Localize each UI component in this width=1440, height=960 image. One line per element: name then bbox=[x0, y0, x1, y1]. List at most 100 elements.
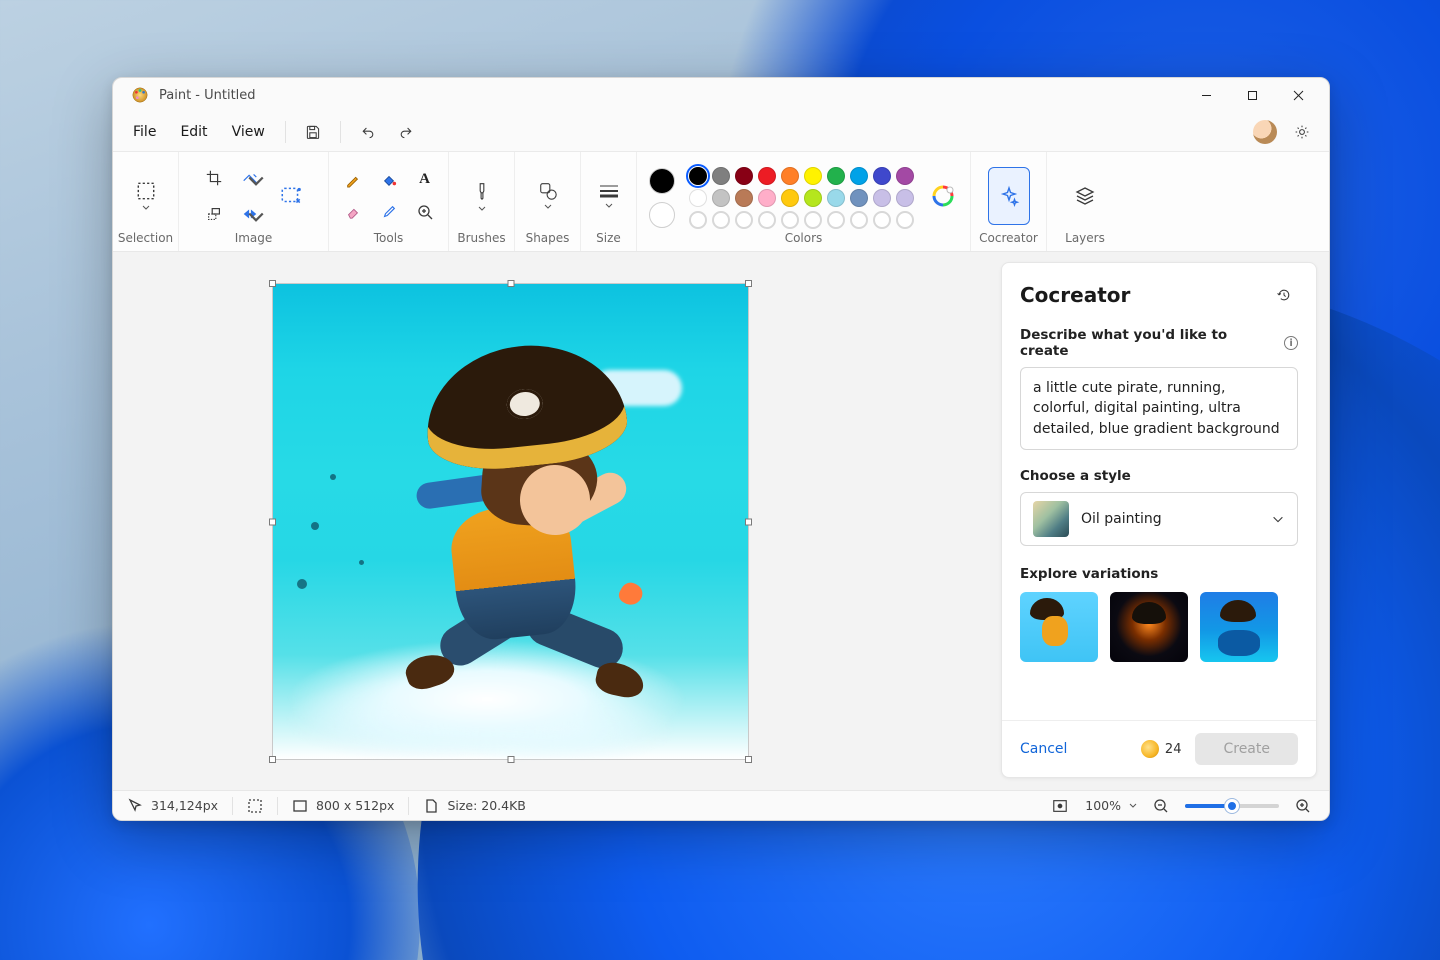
size-tool[interactable] bbox=[588, 167, 630, 225]
selection-handle[interactable] bbox=[745, 280, 752, 287]
color-swatch-empty[interactable] bbox=[804, 211, 822, 229]
color-swatch[interactable] bbox=[804, 167, 822, 185]
zoom-in-button[interactable] bbox=[1291, 794, 1315, 818]
info-icon[interactable]: i bbox=[1284, 336, 1298, 350]
redo-button[interactable] bbox=[389, 117, 423, 147]
ribbon-label-selection: Selection bbox=[118, 231, 173, 247]
color-swatch[interactable] bbox=[896, 189, 914, 207]
color-swatch[interactable] bbox=[850, 189, 868, 207]
crop-tool[interactable] bbox=[197, 163, 231, 193]
settings-button[interactable] bbox=[1285, 117, 1319, 147]
color-swatch[interactable] bbox=[873, 167, 891, 185]
color-swatch[interactable] bbox=[781, 167, 799, 185]
layers-button[interactable] bbox=[1064, 167, 1106, 225]
window-maximize-button[interactable] bbox=[1229, 78, 1275, 112]
selection-handle[interactable] bbox=[507, 280, 514, 287]
rotate-tool[interactable] bbox=[197, 199, 231, 229]
canvas-area[interactable] bbox=[113, 252, 1001, 790]
window-minimize-button[interactable] bbox=[1183, 78, 1229, 112]
canvas-size: 800 x 512px bbox=[316, 798, 394, 813]
window-title: Paint - Untitled bbox=[159, 88, 256, 103]
selection-handle[interactable] bbox=[269, 280, 276, 287]
color-swatch-empty[interactable] bbox=[735, 211, 753, 229]
describe-label-text: Describe what you'd like to create bbox=[1020, 327, 1278, 359]
avatar[interactable] bbox=[1253, 120, 1277, 144]
create-button[interactable]: Create bbox=[1195, 733, 1298, 765]
color-swatch-empty[interactable] bbox=[689, 211, 707, 229]
zoom-slider[interactable] bbox=[1185, 804, 1279, 808]
brushes-tool[interactable] bbox=[461, 167, 503, 225]
cancel-button[interactable]: Cancel bbox=[1020, 741, 1067, 757]
color-swatch[interactable] bbox=[735, 189, 753, 207]
cocreator-title: Cocreator bbox=[1020, 283, 1130, 307]
color-swatch[interactable] bbox=[758, 189, 776, 207]
magnifier-tool[interactable] bbox=[408, 197, 442, 227]
describe-label: Describe what you'd like to create i bbox=[1020, 327, 1298, 359]
color-swatch-empty[interactable] bbox=[758, 211, 776, 229]
variation-thumb-3[interactable] bbox=[1200, 592, 1278, 662]
menu-edit[interactable]: Edit bbox=[170, 118, 217, 146]
color-swatch-empty[interactable] bbox=[712, 211, 730, 229]
style-label: Choose a style bbox=[1020, 468, 1298, 484]
selection-tool[interactable] bbox=[125, 167, 167, 225]
color-swatch[interactable] bbox=[804, 189, 822, 207]
file-size-icon bbox=[423, 798, 439, 814]
menu-view[interactable]: View bbox=[222, 118, 275, 146]
color-swatch-empty[interactable] bbox=[827, 211, 845, 229]
prompt-input[interactable]: a little cute pirate, running, colorful,… bbox=[1020, 367, 1298, 450]
zoom-dropdown[interactable]: 100% bbox=[1085, 798, 1137, 813]
ribbon-label-layers: Layers bbox=[1065, 231, 1105, 247]
selection-handle[interactable] bbox=[745, 756, 752, 763]
cocreator-button[interactable] bbox=[988, 167, 1030, 225]
fill-tool[interactable] bbox=[372, 165, 406, 195]
ribbon: Selection Image A bbox=[113, 152, 1329, 252]
color-swatch[interactable] bbox=[735, 167, 753, 185]
undo-button[interactable] bbox=[351, 117, 385, 147]
color-swatch[interactable] bbox=[873, 189, 891, 207]
color-swatch-empty[interactable] bbox=[850, 211, 868, 229]
fit-to-window-button[interactable] bbox=[1047, 794, 1073, 818]
selection-handle[interactable] bbox=[269, 756, 276, 763]
selection-handle[interactable] bbox=[507, 756, 514, 763]
color-swatch[interactable] bbox=[827, 189, 845, 207]
window-close-button[interactable] bbox=[1275, 78, 1321, 112]
menu-file[interactable]: File bbox=[123, 118, 166, 146]
color-swatch-empty[interactable] bbox=[873, 211, 891, 229]
separator bbox=[285, 121, 286, 143]
color-swatch[interactable] bbox=[712, 167, 730, 185]
color-swatch[interactable] bbox=[827, 167, 845, 185]
variation-thumb-2[interactable] bbox=[1110, 592, 1188, 662]
credits-count: 24 bbox=[1165, 742, 1182, 757]
color-swatch[interactable] bbox=[850, 167, 868, 185]
color-swatch[interactable] bbox=[712, 189, 730, 207]
color-swatch[interactable] bbox=[781, 189, 799, 207]
resize-tool[interactable] bbox=[233, 163, 267, 193]
pencil-tool[interactable] bbox=[336, 165, 370, 195]
save-button[interactable] bbox=[296, 117, 330, 147]
color-swatch-empty[interactable] bbox=[781, 211, 799, 229]
canvas[interactable] bbox=[273, 284, 748, 759]
eraser-tool[interactable] bbox=[336, 197, 370, 227]
variations-label: Explore variations bbox=[1020, 566, 1298, 582]
flip-tool[interactable] bbox=[233, 199, 267, 229]
edit-colors-button[interactable] bbox=[928, 181, 958, 211]
color-swatch[interactable] bbox=[689, 189, 707, 207]
credits-icon bbox=[1141, 740, 1159, 758]
color-picker-tool[interactable] bbox=[372, 197, 406, 227]
image-generate-tool[interactable] bbox=[271, 173, 311, 219]
color-swatch-empty[interactable] bbox=[896, 211, 914, 229]
selection-handle[interactable] bbox=[269, 518, 276, 525]
text-tool[interactable]: A bbox=[408, 165, 442, 195]
shapes-tool[interactable] bbox=[527, 167, 569, 225]
color-swatch[interactable] bbox=[689, 167, 707, 185]
color-swatch[interactable] bbox=[896, 167, 914, 185]
color-secondary[interactable] bbox=[649, 202, 675, 228]
color-swatch[interactable] bbox=[758, 167, 776, 185]
cocreator-panel: Cocreator Describe what you'd like to cr… bbox=[1001, 262, 1317, 778]
style-picker[interactable]: Oil painting bbox=[1020, 492, 1298, 546]
zoom-out-button[interactable] bbox=[1149, 794, 1173, 818]
history-button[interactable] bbox=[1270, 281, 1298, 309]
color-primary[interactable] bbox=[649, 168, 675, 194]
selection-handle[interactable] bbox=[745, 518, 752, 525]
variation-thumb-1[interactable] bbox=[1020, 592, 1098, 662]
